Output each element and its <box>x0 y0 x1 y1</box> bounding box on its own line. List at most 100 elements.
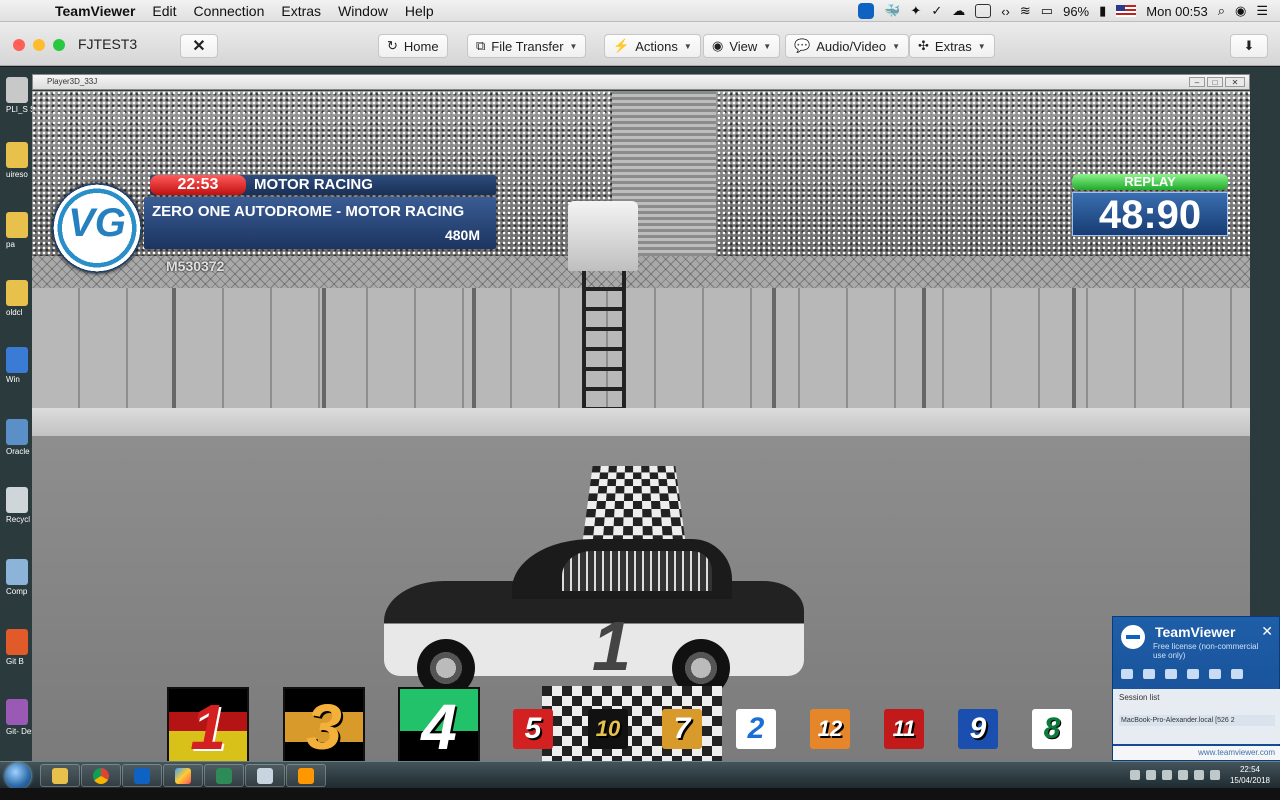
taskbar-app[interactable] <box>163 764 203 787</box>
chat-icon[interactable] <box>1165 669 1177 679</box>
dropbox-icon[interactable]: ✦ <box>910 3 921 19</box>
cloud-icon[interactable]: ☁ <box>952 3 965 19</box>
flag-stand-booth <box>568 201 638 271</box>
flag-icon[interactable] <box>1210 770 1220 780</box>
menu-edit[interactable]: Edit <box>152 3 176 19</box>
fence-post <box>1072 288 1076 408</box>
player-icon <box>257 767 273 784</box>
windows-taskbar: 22:54 15/04/2018 <box>0 761 1280 789</box>
minimize-window-button[interactable] <box>33 39 45 51</box>
taskbar-explorer[interactable] <box>40 764 80 787</box>
desktop-icon-folder[interactable]: uireso <box>6 142 32 179</box>
session-list-item[interactable]: MacBook-Pro-Alexander.local [526 2 <box>1119 715 1275 726</box>
race-code: M530372 <box>166 258 225 274</box>
session-list-header[interactable]: Session list <box>1119 693 1159 702</box>
desktop-icon-app[interactable]: Win <box>6 347 32 384</box>
taskbar-player[interactable] <box>245 764 285 787</box>
race-video-viewport[interactable]: 1 VG 22:53 MOTOR RACING ZERO ONE AUTODRO… <box>32 91 1250 761</box>
teamviewer-status-icon[interactable] <box>858 3 875 19</box>
menu-clock[interactable]: Mon 00:53 <box>1146 4 1207 19</box>
desktop-icon-virtualbox[interactable]: Oracle Virtual <box>6 419 36 456</box>
desktop-icon-shortcut[interactable]: PLI_S Shor <box>6 77 36 114</box>
taskbar-time: 22:54 <box>1239 765 1260 774</box>
spotlight-search-icon[interactable]: ⌕ <box>1218 3 1225 19</box>
home-button[interactable]: ↻ Home <box>378 34 448 58</box>
race-distance: 480M <box>444 227 480 243</box>
video-icon[interactable] <box>1121 669 1133 679</box>
extras-button[interactable]: ✣ Extras ▼ <box>909 34 995 58</box>
audio-video-button[interactable]: 💬 Audio/Video ▼ <box>785 34 909 58</box>
desktop-icon-folder[interactable]: pa <box>6 212 32 249</box>
player-window-title: Player3D_33J <box>47 77 98 86</box>
desktop-icon-github-desktop[interactable]: Git- Desk <box>6 699 36 736</box>
minimize-icon[interactable]: – <box>1189 77 1205 87</box>
runner-badge: 5 <box>513 709 553 749</box>
file-icon: ⧉ <box>476 38 486 53</box>
chevron-down-icon: ▼ <box>569 41 578 51</box>
runner-badge: 10 <box>588 709 628 749</box>
teamviewer-icon <box>134 767 150 784</box>
taskbar-app[interactable] <box>204 764 244 787</box>
teamviewer-website-link[interactable]: www.teamviewer.com <box>1113 746 1280 760</box>
tray-icon[interactable] <box>1162 770 1172 780</box>
runner-number: 2 <box>747 712 765 745</box>
start-button[interactable] <box>5 763 31 789</box>
close-icon[interactable]: ✕ <box>1225 77 1245 87</box>
taskbar-date: 15/04/2018 <box>1229 776 1270 785</box>
desktop-icon-recycle-bin[interactable]: Recycl <box>6 487 32 524</box>
check-icon[interactable]: ✓ <box>931 3 942 19</box>
remote-desktop[interactable]: PLI_S Shor uireso pa oldcl Win Oracle Vi… <box>0 67 1280 789</box>
desktop-icon-computer[interactable]: Comp <box>6 559 32 596</box>
desktop-icon-git-bash[interactable]: Git B <box>6 629 32 666</box>
race-car-window-net <box>562 551 712 591</box>
taskbar-chrome[interactable] <box>81 764 121 787</box>
menu-help[interactable]: Help <box>405 3 434 19</box>
tools-icon[interactable] <box>1209 669 1221 679</box>
menu-extras[interactable]: Extras <box>281 3 321 19</box>
race-time: 22:53 <box>150 175 246 195</box>
taskbar-sublime[interactable] <box>286 764 326 787</box>
runner-number: 8 <box>1043 712 1061 745</box>
taskbar-teamviewer[interactable] <box>122 764 162 787</box>
battery-icon[interactable]: ▮ <box>1099 3 1106 19</box>
battery-percent[interactable]: 96% <box>1063 4 1089 19</box>
lightning-icon: ⚡ <box>613 38 630 53</box>
zoom-window-button[interactable] <box>53 39 65 51</box>
collapse-icon[interactable] <box>1231 669 1243 679</box>
speaker-icon[interactable] <box>1178 770 1188 780</box>
close-icon[interactable]: ✕ <box>1261 623 1273 640</box>
menu-window[interactable]: Window <box>338 3 388 19</box>
view-button[interactable]: ◉ View ▼ <box>703 34 781 58</box>
taskbar-clock[interactable]: 22:54 15/04/2018 <box>1230 764 1270 786</box>
docker-icon[interactable]: 🐳 <box>884 3 900 19</box>
tray-icon[interactable] <box>1146 770 1156 780</box>
download-button[interactable]: ⬇ <box>1230 34 1268 58</box>
maximize-icon[interactable]: □ <box>1207 77 1223 87</box>
network-icon[interactable] <box>1194 770 1204 780</box>
close-icon: ✕ <box>192 38 206 55</box>
headset-icon[interactable] <box>1143 669 1155 679</box>
menu-connection[interactable]: Connection <box>194 3 265 19</box>
file-transfer-button[interactable]: ⧉ File Transfer ▼ <box>467 34 587 58</box>
menu-app-name[interactable]: TeamViewer <box>55 3 135 19</box>
teamviewer-action-row <box>1121 669 1243 679</box>
actions-button[interactable]: ⚡ Actions ▼ <box>604 34 701 58</box>
siri-icon[interactable]: ◉ <box>1235 3 1246 19</box>
tray-icon[interactable] <box>1130 770 1140 780</box>
desktop-icon-folder[interactable]: oldcl <box>6 280 32 317</box>
input-source-flag-icon[interactable] <box>1116 5 1137 17</box>
event-type: MOTOR RACING <box>254 176 373 193</box>
runner-number: 11 <box>892 716 916 741</box>
airplay-icon[interactable]: ▭ <box>1041 3 1053 19</box>
code-icon[interactable]: ‹› <box>1001 4 1010 19</box>
notification-center-icon[interactable]: ☰ <box>1256 3 1268 19</box>
files-icon[interactable] <box>1187 669 1199 679</box>
session-title: FJTEST3 <box>78 36 138 52</box>
wifi-icon[interactable]: ≋ <box>1020 3 1031 19</box>
finish-badge-number: 4 <box>421 691 457 761</box>
memory-icon[interactable] <box>975 4 992 18</box>
close-window-button[interactable] <box>13 39 25 51</box>
end-session-button[interactable]: ✕ <box>180 34 218 58</box>
player-window-titlebar[interactable]: Player3D_33J – □ ✕ <box>32 74 1250 90</box>
runner-number: 5 <box>524 712 542 745</box>
